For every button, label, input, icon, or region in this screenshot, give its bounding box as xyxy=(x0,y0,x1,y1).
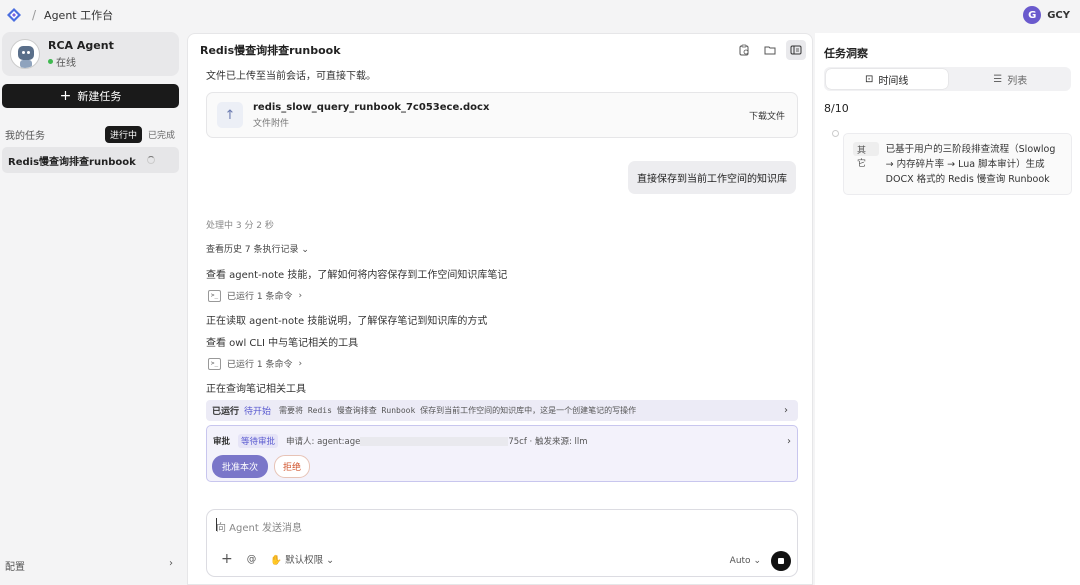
tab-list[interactable]: ☰ 列表 xyxy=(950,67,1072,91)
chevron-down-icon: ⌄ xyxy=(753,556,761,566)
terminal-icon: >_ xyxy=(208,289,221,302)
permission-dropdown[interactable]: ✋ 默认权限 ⌄ xyxy=(270,552,334,566)
chevron-right-icon: › xyxy=(298,290,303,301)
upload-arrow-icon: ↑ xyxy=(217,102,243,128)
agent-card[interactable]: RCA Agent 在线 xyxy=(2,32,179,76)
chevron-right-icon: › xyxy=(169,558,173,569)
new-task-label: 新建任务 xyxy=(77,90,122,103)
step-text: 查看 agent-note 技能，了解如何将内容保存到工作空间知识库笔记 xyxy=(206,270,508,281)
approval-status-badge: 等待审批 xyxy=(238,434,279,448)
user-avatar[interactable]: G xyxy=(1023,6,1042,24)
model-select[interactable]: Auto ⌄ xyxy=(730,556,761,566)
task-progress: 8/10 xyxy=(824,102,849,115)
file-subtitle: 文件附件 xyxy=(253,118,290,129)
chat-header: Redis慢查询排查runbook xyxy=(188,34,812,66)
tab-completed[interactable]: 已完成 xyxy=(148,128,175,141)
new-task-button[interactable]: + 新建任务 xyxy=(2,84,179,108)
approval-card: 审批 等待审批 申请人: agent:age 75cf · 触发来源: llm … xyxy=(206,425,798,482)
message-input[interactable]: 向 Agent 发送消息 xyxy=(216,519,302,534)
download-file-button[interactable]: 下载文件 xyxy=(749,109,785,122)
side-panel-toggle-icon[interactable] xyxy=(786,40,806,60)
config-label: 配置 xyxy=(5,562,25,573)
plus-icon: + xyxy=(59,88,72,104)
approve-button[interactable]: 批准本次 xyxy=(212,455,269,478)
chat-panel: Redis慢查询排查runbook 文件已上传至当前会话，可直接下载。 ↑ re… xyxy=(187,33,813,585)
stop-button[interactable] xyxy=(771,551,791,571)
chevron-right-icon[interactable]: › xyxy=(787,436,791,447)
loading-spinner-icon xyxy=(147,156,155,164)
tab-timeline-label: 时间线 xyxy=(878,75,909,87)
command-run-label: 已运行 1 条命令 xyxy=(227,292,293,302)
chevron-down-icon: ⌄ xyxy=(326,555,335,566)
app-logo-icon[interactable] xyxy=(6,7,22,23)
command-run-label: 已运行 1 条命令 xyxy=(227,360,293,370)
add-attachment-icon[interactable]: + xyxy=(221,551,233,567)
approval-source: 75cf · 触发来源: llm xyxy=(508,437,588,447)
command-run-toggle[interactable]: >_ 已运行 1 条命令 › xyxy=(208,289,302,302)
agent-status: 在线 xyxy=(48,54,114,69)
step-text: 查看 owl CLI 中与笔记相关的工具 xyxy=(206,338,359,349)
upload-note: 文件已上传至当前会话，可直接下载。 xyxy=(206,71,376,82)
run-description: 需要将 Redis 慢查询排查 Runbook 保存到当前工作空间的知识库中，这… xyxy=(279,406,637,415)
task-item-label: Redis慢查询排查runbook xyxy=(8,156,136,168)
agent-name: RCA Agent xyxy=(48,39,114,52)
agent-avatar xyxy=(10,39,40,69)
model-label: Auto xyxy=(729,556,751,566)
user-menu[interactable]: G GCY xyxy=(1023,6,1070,24)
approval-requester: 申请人: agent:age xyxy=(286,437,361,447)
sidebar: RCA Agent 在线 + 新建任务 我的任务 进行中 已完成 Redis慢查… xyxy=(0,30,186,585)
mention-icon[interactable]: @ xyxy=(247,554,257,565)
page-title: Redis慢查询排查runbook xyxy=(200,44,341,57)
task-list-item[interactable]: Redis慢查询排查runbook xyxy=(2,147,179,173)
command-run-toggle[interactable]: >_ 已运行 1 条命令 › xyxy=(208,357,302,370)
file-attachment-card[interactable]: ↑ redis_slow_query_runbook_7c053ece.docx… xyxy=(206,92,798,138)
task-insight-panel: 任务洞察 ⊡ 时间线 ☰ 列表 8/10 其它 已基于用户的三阶段排查流程（Sl… xyxy=(815,33,1080,585)
list-icon: ☰ xyxy=(993,73,1003,85)
message-composer[interactable]: 向 Agent 发送消息 + @ ✋ 默认权限 ⌄ Auto ⌄ xyxy=(206,509,798,577)
timeline-item[interactable]: 其它 已基于用户的三阶段排查流程（Slowlog → 内存碎片率 → Lua 脚… xyxy=(843,133,1072,195)
timeline-item-tag: 其它 xyxy=(853,142,879,169)
top-bar: / Agent 工作台 G GCY xyxy=(0,0,1080,30)
my-tasks-label: 我的任务 xyxy=(5,131,45,142)
user-name[interactable]: GCY xyxy=(1047,10,1070,21)
tab-in-progress[interactable]: 进行中 xyxy=(104,126,142,143)
approval-label: 审批 xyxy=(213,437,231,447)
chevron-down-icon: ⌄ xyxy=(301,245,309,255)
permission-label: 默认权限 xyxy=(285,555,324,566)
step-text: 正在读取 agent-note 技能说明，了解保存笔记到知识库的方式 xyxy=(206,316,488,327)
timeline-icon: ⊡ xyxy=(865,73,874,85)
terminal-icon: >_ xyxy=(208,357,221,370)
timeline-dot xyxy=(832,130,839,137)
history-label: 查看历史 7 条执行记录 xyxy=(206,245,299,255)
insight-tabs: ⊡ 时间线 ☰ 列表 xyxy=(824,67,1071,91)
tab-list-label: 列表 xyxy=(1007,75,1028,87)
chevron-right-icon: › xyxy=(784,405,788,416)
history-toggle[interactable]: 查看历史 7 条执行记录 ⌄ xyxy=(206,242,309,255)
panel-title: 任务洞察 xyxy=(824,47,868,60)
tab-timeline[interactable]: ⊡ 时间线 xyxy=(826,69,948,89)
stop-icon xyxy=(778,558,784,564)
config-link[interactable]: 配置 › xyxy=(5,558,173,573)
agent-status-label: 在线 xyxy=(56,58,76,69)
step-text: 正在查询笔记相关工具 xyxy=(206,384,306,395)
processing-status: 处理中 3 分 2 秒 xyxy=(206,221,274,231)
reject-button[interactable]: 拒绝 xyxy=(274,455,311,478)
hand-icon: ✋ xyxy=(270,555,283,566)
clipboard-icon[interactable] xyxy=(734,40,754,60)
file-name: redis_slow_query_runbook_7c053ece.docx xyxy=(253,101,490,113)
breadcrumb-separator: / xyxy=(32,8,37,22)
workspace-title: Agent 工作台 xyxy=(44,9,114,22)
run-status: 待开始 xyxy=(244,407,272,417)
run-label: 已运行 xyxy=(212,407,240,417)
online-dot-icon xyxy=(48,59,53,64)
folder-icon[interactable] xyxy=(760,40,780,60)
redaction-mask xyxy=(360,436,509,446)
task-tabs-row: 我的任务 进行中 已完成 xyxy=(5,126,175,143)
chevron-right-icon: › xyxy=(298,358,303,369)
user-message-bubble: 直接保存到当前工作空间的知识库 xyxy=(628,161,796,194)
tool-run-bar[interactable]: 已运行 待开始 需要将 Redis 慢查询排查 Runbook 保存到当前工作空… xyxy=(206,400,798,421)
timeline-item-text: 已基于用户的三阶段排查流程（Slowlog → 内存碎片率 → Lua 脚本审计… xyxy=(885,144,1056,185)
